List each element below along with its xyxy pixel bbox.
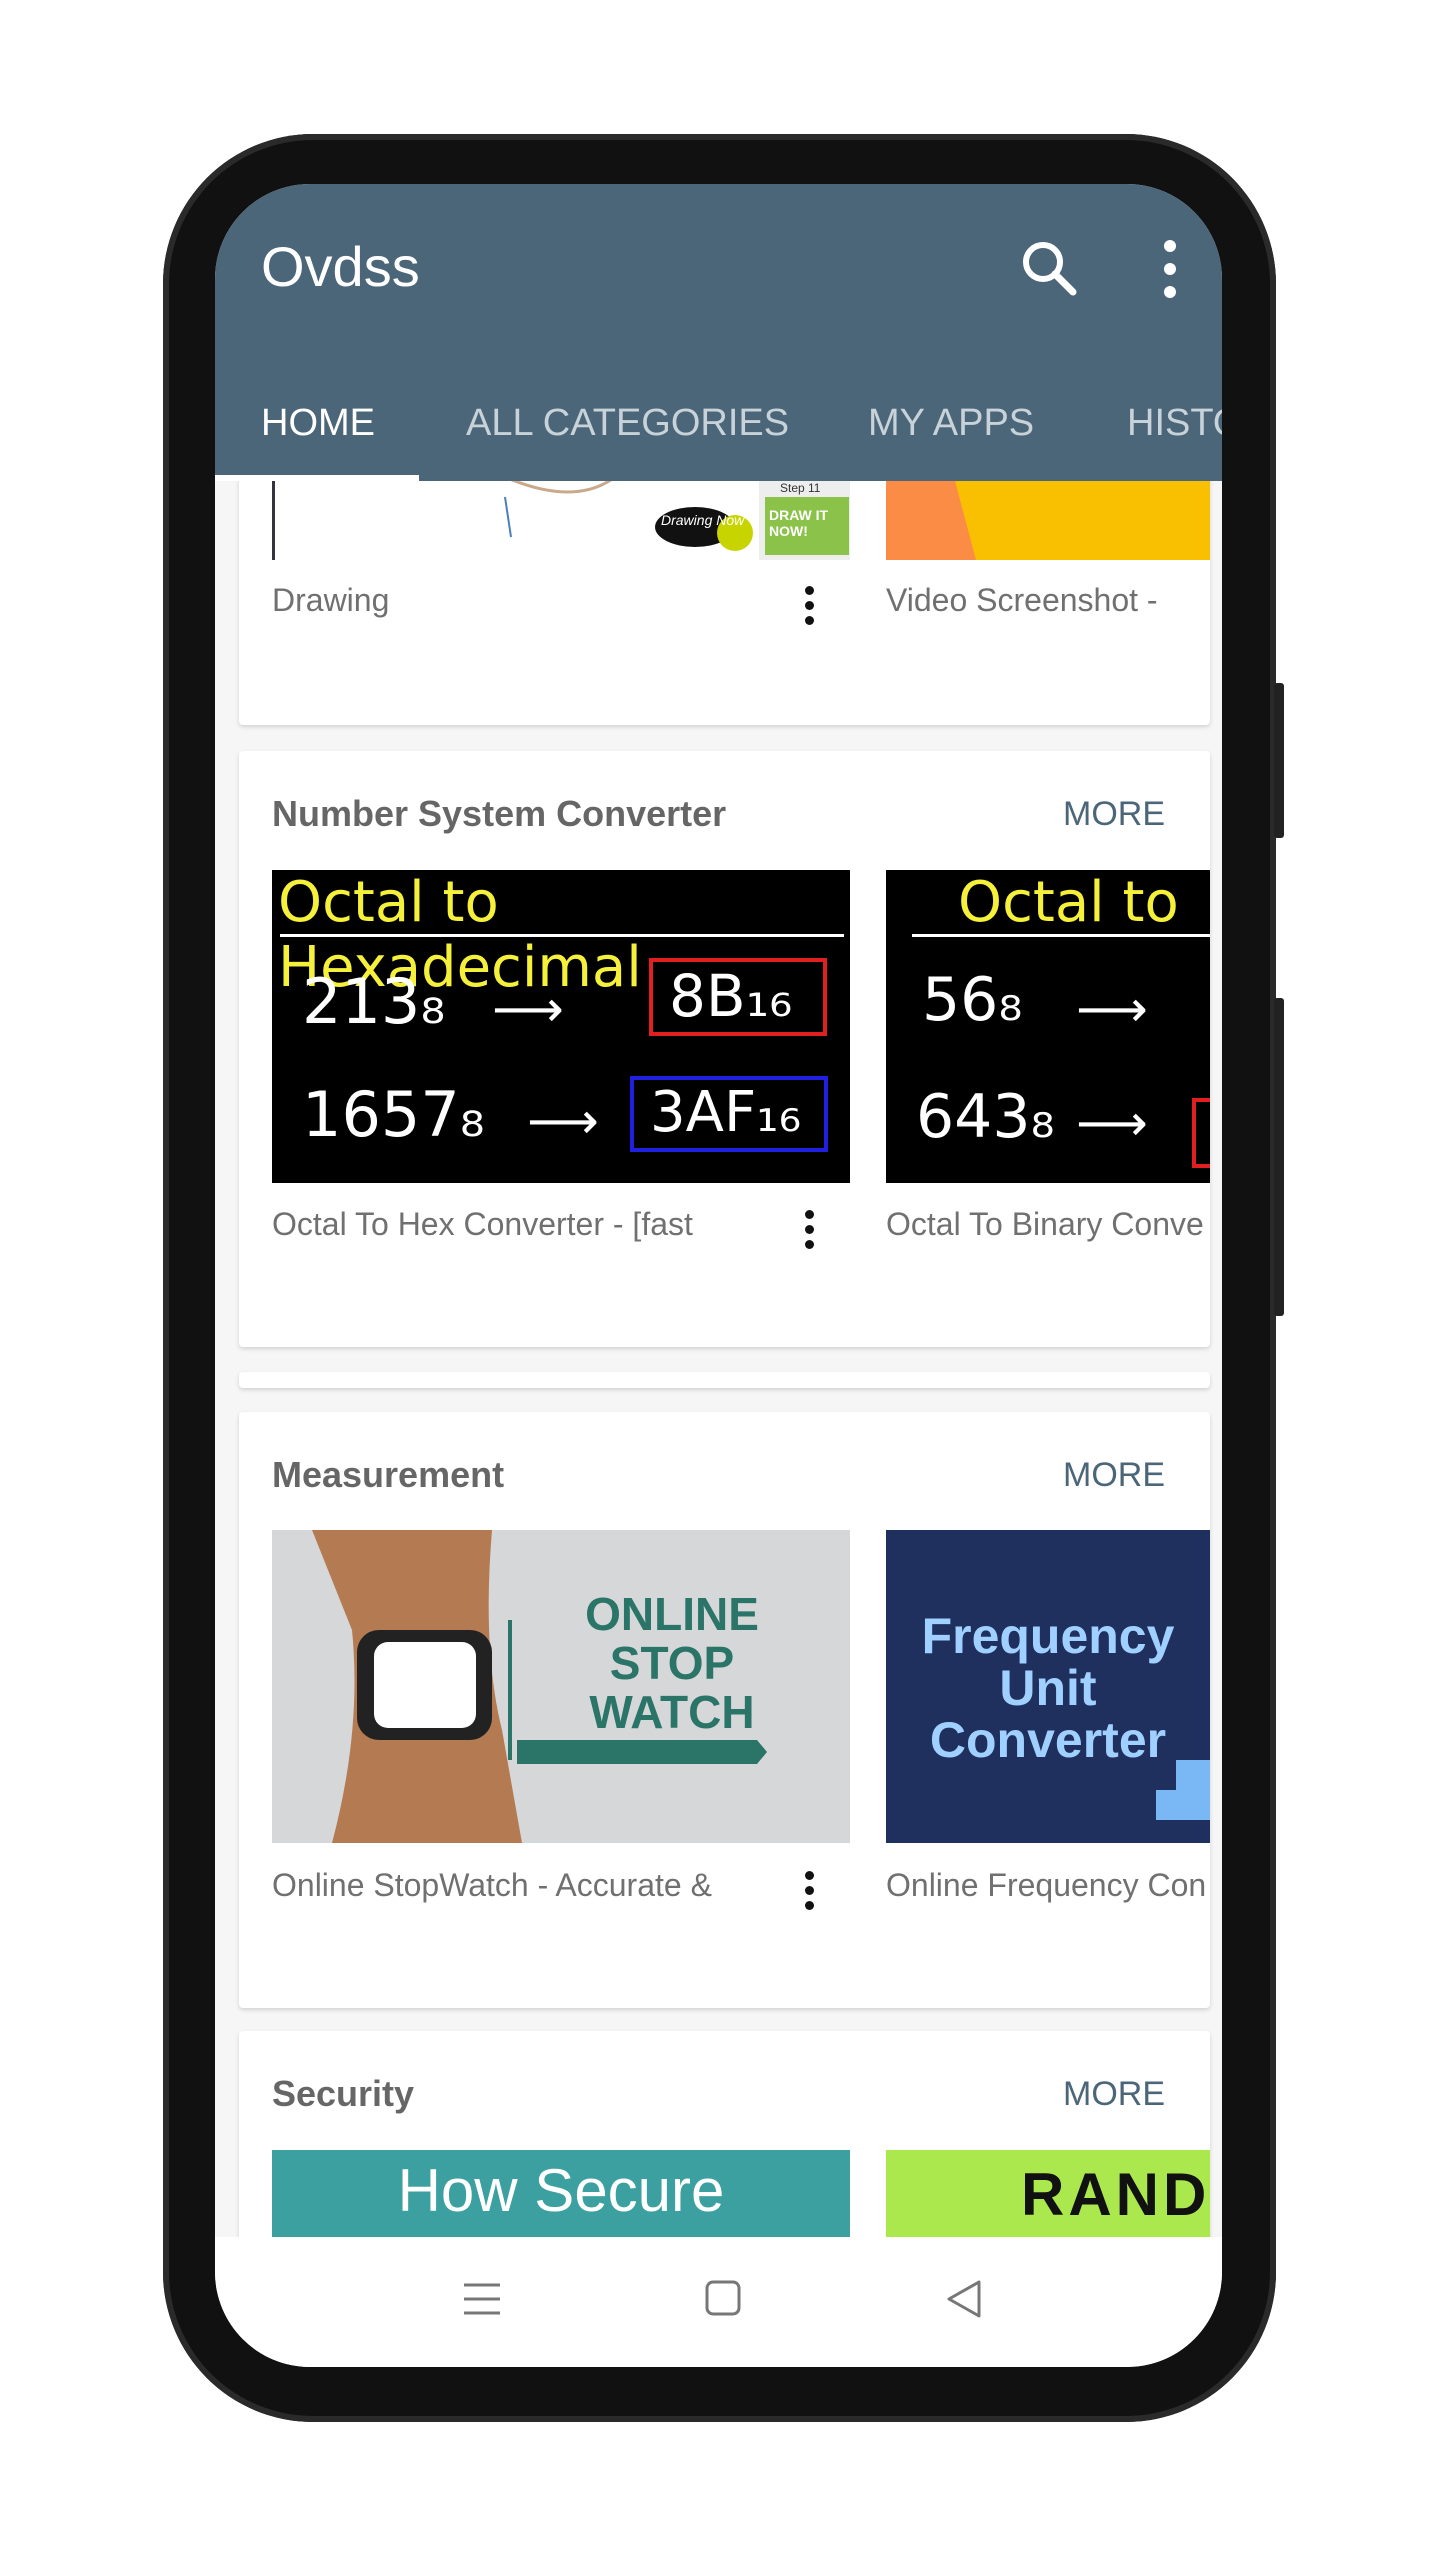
app-caption[interactable]: Video Screenshot - — [886, 582, 1210, 619]
screen: Ovdss HOME ALL CATEGORIES MY APPS HISTO … — [215, 184, 1222, 2367]
section-title: Number System Converter — [272, 793, 727, 834]
app-thumbnail-video-screenshot[interactable] — [886, 481, 1210, 560]
app-thumbnail-octal-hex[interactable]: Octal to Hexadecimal 213₈ ⟶ 8B₁₆ 1657₈ ⟶… — [272, 870, 850, 1183]
step-text: Step 11 — [780, 481, 821, 495]
app-thumbnail-stopwatch[interactable]: ONLINE STOP WATCH — [272, 1530, 850, 1843]
draw-it-now-text: DRAW IT NOW! — [769, 507, 829, 539]
app-caption[interactable]: Drawing — [272, 582, 772, 619]
app-thumbnail-octal-binary[interactable]: Octal to 56₈ ⟶ 643₈ ⟶ — [886, 870, 1210, 1183]
thumb-text-block: ONLINE STOP WATCH — [585, 1588, 759, 1738]
thumb-text: How Secure — [397, 2157, 725, 2224]
app-thumbnail-password[interactable]: How Secure — [272, 2150, 850, 2237]
thumb-text-block: Frequency Unit Converter — [921, 1608, 1175, 1768]
section-card-divider — [239, 1372, 1210, 1388]
item-more-icon[interactable] — [799, 1206, 819, 1256]
thumb-text: 3AF₁₆ — [630, 1076, 828, 1152]
tab-all-categories[interactable]: ALL CATEGORIES — [466, 402, 789, 445]
tab-bar: HOME ALL CATEGORIES MY APPS HISTO — [215, 384, 1222, 481]
thumb-heading: Octal to — [958, 870, 1179, 935]
home-feed[interactable]: Drawing Now DRAW IT NOW! Step 11 Drawing… — [215, 481, 1222, 2237]
system-nav-bar — [215, 2237, 1222, 2367]
tab-indicator — [215, 475, 419, 481]
section-title: Measurement — [272, 1454, 505, 1495]
menu-icon[interactable] — [462, 2279, 502, 2324]
drawing-logo-text: Drawing Now — [661, 512, 745, 528]
app-thumbnail-drawing[interactable]: Drawing Now DRAW IT NOW! Step 11 — [272, 481, 850, 560]
more-button[interactable]: MORE — [1063, 2075, 1165, 2114]
app-thumbnail-random[interactable]: RAND — [886, 2150, 1210, 2237]
thumb-text: RAND — [1021, 2161, 1210, 2228]
app-thumbnail-frequency[interactable]: Frequency Unit Converter — [886, 1530, 1210, 1843]
back-triangle-icon[interactable] — [945, 2279, 983, 2324]
thumb-text: 1657₈ — [302, 1078, 485, 1151]
volume-button — [1274, 683, 1284, 838]
power-button — [1274, 998, 1284, 1316]
app-caption[interactable]: Online Frequency Con — [886, 1867, 1210, 1904]
app-title: Ovdss — [261, 235, 420, 298]
search-icon[interactable] — [1015, 234, 1085, 304]
thumb-text: 8B₁₆ — [649, 958, 827, 1036]
app-caption[interactable]: Online StopWatch - Accurate & — [272, 1867, 772, 1904]
app-bar: Ovdss HOME ALL CATEGORIES MY APPS HISTO — [215, 184, 1222, 481]
thumb-text: 213₈ — [302, 965, 446, 1038]
thumb-text: 643₈ — [916, 1082, 1055, 1152]
thumb-text: 56₈ — [922, 965, 1023, 1035]
more-vert-icon[interactable] — [1150, 234, 1190, 304]
home-square-icon[interactable] — [704, 2279, 742, 2322]
more-button[interactable]: MORE — [1063, 1456, 1165, 1495]
tab-history[interactable]: HISTO — [1127, 402, 1222, 445]
app-caption[interactable]: Octal To Binary Conve — [886, 1206, 1210, 1243]
app-caption[interactable]: Octal To Hex Converter - [fast — [272, 1206, 772, 1243]
more-button[interactable]: MORE — [1063, 795, 1165, 834]
tab-home[interactable]: HOME — [261, 402, 375, 445]
item-more-icon[interactable] — [799, 582, 819, 632]
section-title: Security — [272, 2073, 415, 2114]
section-card-number-system: Number System Converter MORE Octal to He… — [239, 751, 1210, 1347]
item-more-icon[interactable] — [799, 1867, 819, 1917]
tab-my-apps[interactable]: MY APPS — [868, 402, 1034, 445]
section-card-measurement: Measurement MORE ONLINE STOP WATCH Frequen… — [239, 1412, 1210, 2008]
section-card-drawing: Drawing Now DRAW IT NOW! Step 11 Drawing… — [239, 481, 1210, 725]
section-card-security: Security MORE How Secure RAND — [239, 2031, 1210, 2237]
